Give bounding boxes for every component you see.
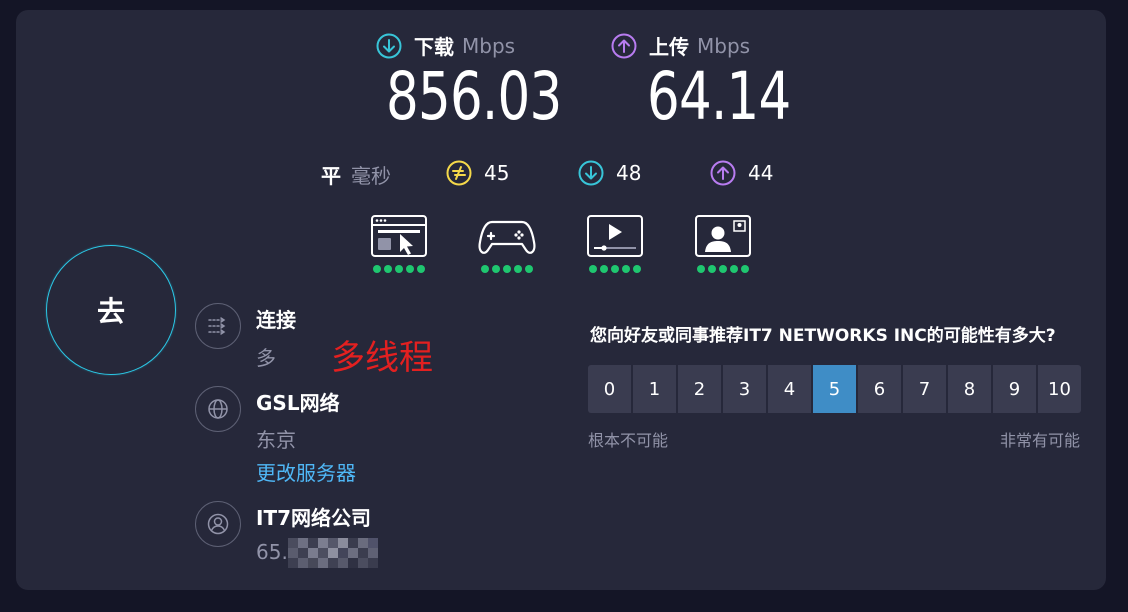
ping-unit: 毫秒 (351, 164, 391, 188)
rating-dot (633, 265, 641, 273)
web-browsing-rating[interactable] (370, 214, 428, 273)
recommendation-scale: 0 1 2 3 4 5 6 7 8 9 10 (588, 365, 1081, 413)
rating-dot (384, 265, 392, 273)
rating-dot (417, 265, 425, 273)
rating-dot (373, 265, 381, 273)
gaming-rating[interactable] (478, 214, 536, 273)
go-button-label: 去 (96, 295, 125, 328)
survey-question: 您向好友或同事推荐IT7 NETWORKS INC的可能性有多大? (590, 326, 1056, 346)
video-streaming-icon (587, 215, 643, 257)
user-icon (207, 513, 229, 535)
scale-option-3[interactable]: 3 (723, 365, 766, 413)
ping-label: 平 (321, 164, 341, 188)
change-server-link[interactable]: 更改服务器 (256, 457, 356, 486)
globe-icon-wrap (195, 386, 241, 432)
go-button[interactable]: 去 (46, 245, 176, 375)
ping-label-group: 平 毫秒 (321, 160, 391, 189)
rating-dot (697, 265, 705, 273)
rating-dot (611, 265, 619, 273)
ping-idle-value: 45 (484, 161, 510, 185)
upload-arrow-icon (611, 33, 637, 58)
server-title: GSL网络 (256, 391, 340, 415)
video-streaming-rating[interactable] (586, 214, 644, 273)
rating-dot (719, 265, 727, 273)
download-label: 下载 (414, 35, 454, 59)
video-streaming-dots (586, 265, 644, 273)
scale-option-4[interactable]: 4 (768, 365, 811, 413)
scale-high-label: 非常有可能 (999, 431, 1080, 450)
ping-download: 48 (578, 160, 641, 186)
rating-dot (600, 265, 608, 273)
upload-label: 上传 (649, 35, 689, 59)
ping-upload-value: 44 (748, 161, 774, 185)
gaming-controller-icon (478, 220, 536, 254)
scale-option-5[interactable]: 5 (813, 365, 856, 413)
ping-download-value: 48 (616, 161, 642, 185)
connections-icon (208, 317, 226, 335)
scale-option-0[interactable]: 0 (588, 365, 631, 413)
download-arrow-icon (376, 33, 402, 58)
upload-speed-value: 64.14 (647, 58, 791, 135)
multi-thread-annotation: 多线程 (331, 338, 433, 378)
scale-option-7[interactable]: 7 (903, 365, 946, 413)
video-call-icon (695, 215, 751, 257)
rating-dot (525, 265, 533, 273)
scale-option-2[interactable]: 2 (678, 365, 721, 413)
globe-icon (208, 399, 228, 419)
gaming-dots (478, 265, 536, 273)
rating-dot (481, 265, 489, 273)
scale-option-9[interactable]: 9 (993, 365, 1036, 413)
scale-option-6[interactable]: 6 (858, 365, 901, 413)
scale-option-10[interactable]: 10 (1038, 365, 1081, 413)
connections-title: 连接 (256, 308, 296, 332)
rating-dot (741, 265, 749, 273)
rating-dot (622, 265, 630, 273)
download-header: 下载 Mbps (376, 31, 515, 60)
upload-unit: Mbps (697, 33, 751, 58)
web-browsing-icon (371, 215, 427, 257)
download-speed-value: 856.03 (386, 58, 562, 135)
rating-dot (708, 265, 716, 273)
ping-lightning-icon (446, 160, 472, 186)
rating-dot (492, 265, 500, 273)
download-unit: Mbps (462, 33, 516, 58)
ip-redaction-mosaic (288, 538, 378, 568)
video-call-dots (694, 265, 752, 273)
provider-title: IT7网络公司 (256, 506, 371, 530)
web-browsing-dots (370, 265, 428, 273)
scale-option-1[interactable]: 1 (633, 365, 676, 413)
connections-icon-wrap (195, 303, 241, 349)
ping-idle: 45 (446, 160, 509, 186)
scale-low-label: 根本不可能 (588, 431, 669, 450)
ping-upload: 44 (710, 160, 773, 186)
rating-dot (730, 265, 738, 273)
download-latency-icon (578, 160, 604, 186)
rating-dot (514, 265, 522, 273)
upload-header: 上传 Mbps (611, 31, 750, 60)
server-location: 东京 (256, 428, 296, 452)
rating-dot (503, 265, 511, 273)
rating-dot (406, 265, 414, 273)
rating-dot (589, 265, 597, 273)
video-call-rating[interactable] (694, 214, 752, 273)
user-icon-wrap (195, 501, 241, 547)
connections-mode[interactable]: 多 (256, 342, 276, 371)
rating-dot (395, 265, 403, 273)
upload-latency-icon (710, 160, 736, 186)
scale-option-8[interactable]: 8 (948, 365, 991, 413)
